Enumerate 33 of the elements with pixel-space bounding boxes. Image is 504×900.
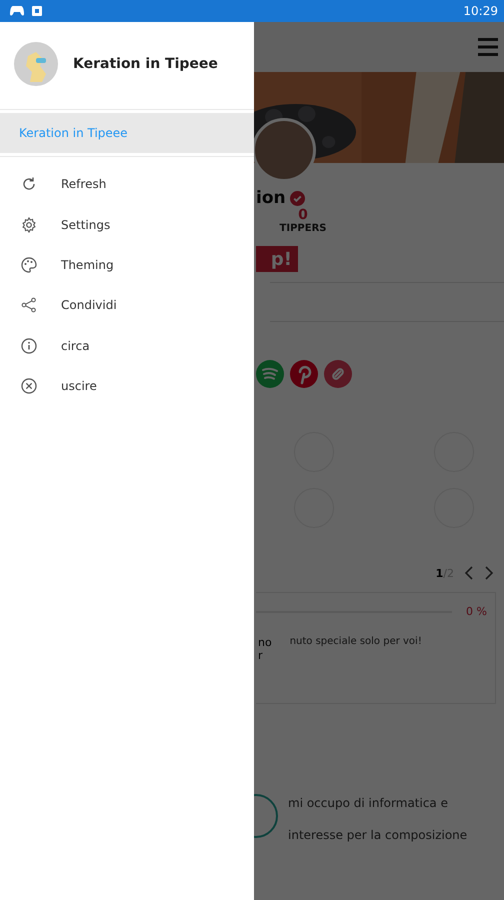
menu-item[interactable]: Settings xyxy=(0,204,254,245)
refresh-icon xyxy=(21,176,37,192)
menu-icon[interactable] xyxy=(478,38,498,56)
menu-item[interactable]: Refresh xyxy=(0,164,254,204)
notification-icon xyxy=(32,6,42,16)
goal-percent: 0 % xyxy=(466,605,487,618)
text-fragment: no xyxy=(258,636,272,649)
tippers-count: 0 xyxy=(298,208,308,223)
tippers-label: TIPPERS xyxy=(280,223,326,234)
pager-current: 1 xyxy=(436,566,444,580)
settings-icon xyxy=(21,216,37,233)
status-time: 10:29 xyxy=(463,4,498,18)
profile-name: ion xyxy=(256,188,286,208)
chevron-left-icon[interactable] xyxy=(464,566,474,580)
text-fragment: r xyxy=(258,649,264,662)
close-icon xyxy=(21,378,37,394)
menu-item[interactable]: Theming xyxy=(0,244,254,286)
spotify-icon[interactable] xyxy=(256,360,284,388)
chevron-right-icon[interactable] xyxy=(484,566,494,580)
drawer-title: Keration in Tipeee xyxy=(73,56,218,72)
palette-icon xyxy=(21,256,37,273)
link-icon[interactable] xyxy=(324,360,352,388)
reward-text: nuto speciale solo per voi! xyxy=(290,636,422,649)
avatar-drawing xyxy=(14,42,58,86)
bio-text: interesse per la composizione xyxy=(288,828,468,842)
share-icon xyxy=(21,297,37,314)
menu-item[interactable]: circa xyxy=(0,326,254,366)
menu-item[interactable]: Condividi xyxy=(0,285,254,326)
pinterest-icon[interactable] xyxy=(290,360,318,388)
bio-text: mi occupo di informatica e xyxy=(288,796,449,810)
gamepad-icon xyxy=(10,6,24,16)
menu-item[interactable]: uscire xyxy=(0,366,254,406)
info-icon xyxy=(21,338,37,354)
